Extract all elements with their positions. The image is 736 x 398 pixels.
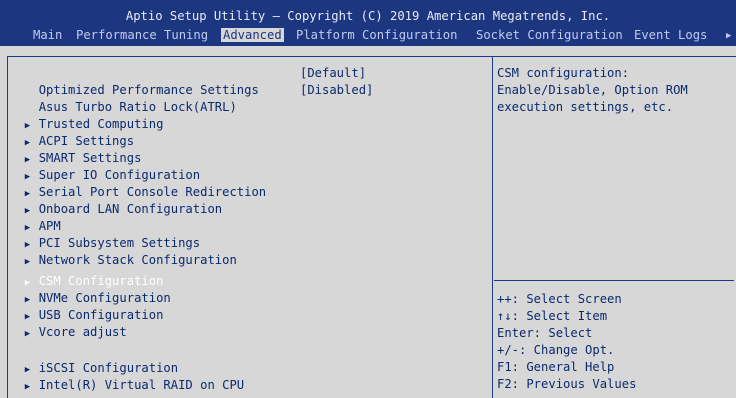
key-hint-enter: Enter: Select [497,326,593,340]
menu-item-acpi-settings[interactable]: ▶ ACPI Settings [10,116,134,148]
menu-item-network-stack-configuration[interactable]: ▶ Network Stack Configuration [10,235,237,267]
menu-item-serial-port-console-redirection[interactable]: ▶ Serial Port Console Redirection [10,167,266,199]
submenu-arrow-icon: ▶ [24,382,31,392]
menu-item-super-io-configuration[interactable]: ▶ Super IO Configuration [10,150,200,182]
key-hint-select-item: ↑↓: Select Item [497,309,608,323]
help-divider [494,280,734,281]
tab-performance-tuning[interactable]: Performance Tuning [74,28,210,42]
key-hint-change-opt: +/-: Change Opt. [497,343,615,357]
tab-platform-configuration[interactable]: Platform Configuration [294,28,459,42]
window-title: Aptio Setup Utility – Copyright (C) 2019… [125,9,611,23]
menu-item-trusted-computing[interactable]: ▶ Trusted Computing [10,99,164,131]
help-description-line: Enable/Disable, Option ROM [497,83,688,97]
tab-main[interactable]: Main [31,28,64,42]
menu-item-nvme-configuration[interactable]: ▶ NVMe Configuration [10,273,171,305]
menu-item-pci-subsystem-settings[interactable]: ▶ PCI Subsystem Settings [10,218,200,250]
menu-item-iscsi-configuration[interactable]: ▶ iSCSI Configuration [10,343,178,375]
help-description-line: CSM configuration: [497,66,630,80]
setting-value[interactable]: [Disabled] [300,82,373,99]
menu-item-asus-turbo-ratio-lock[interactable]: Asus Turbo Ratio Lock(ATRL) [Disabled] [10,82,374,114]
key-hint-general-help: F1: General Help [497,360,615,374]
menu-item-onboard-lan-configuration[interactable]: ▶ Onboard LAN Configuration [10,184,222,216]
menu-item-csm-configuration[interactable]: ▶ CSM Configuration [10,256,164,288]
key-hint-previous-values: F2: Previous Values [497,377,637,391]
tab-advanced[interactable]: Advanced [221,28,284,42]
menu-item-label: Onboard LAN Configuration [38,202,223,216]
help-description-line: execution settings, etc. [497,100,674,114]
menu-item-apm[interactable]: ▶ APM [10,201,61,233]
header-bar: Aptio Setup Utility – Copyright (C) 2019… [0,0,736,46]
more-tabs-icon[interactable]: ▶ [726,28,731,44]
menu-item-optimized-performance-settings[interactable]: Optimized Performance Settings [Default] [10,65,366,97]
tab-bar: Main Performance Tuning Advanced Platfor… [0,28,736,44]
setting-value[interactable]: [Default] [300,65,366,82]
menu-item-vcore-adjust[interactable]: ▶ Vcore adjust [10,307,127,339]
menu-item-smart-settings[interactable]: ▶ SMART Settings [10,133,142,165]
menu-item-label: Vcore adjust [38,325,127,339]
submenu-arrow-icon: ▶ [24,329,31,339]
tab-socket-configuration[interactable]: Socket Configuration [474,28,625,42]
menu-item-usb-configuration[interactable]: ▶ USB Configuration [10,290,164,322]
tab-event-logs[interactable]: Event Logs [632,28,709,42]
key-hint-select-screen: ++: Select Screen [497,292,622,306]
menu-item-intel-virtual-raid[interactable]: ▶ Intel(R) Virtual RAID on CPU [10,360,244,392]
menu-item-label: Intel(R) Virtual RAID on CPU [38,378,245,392]
